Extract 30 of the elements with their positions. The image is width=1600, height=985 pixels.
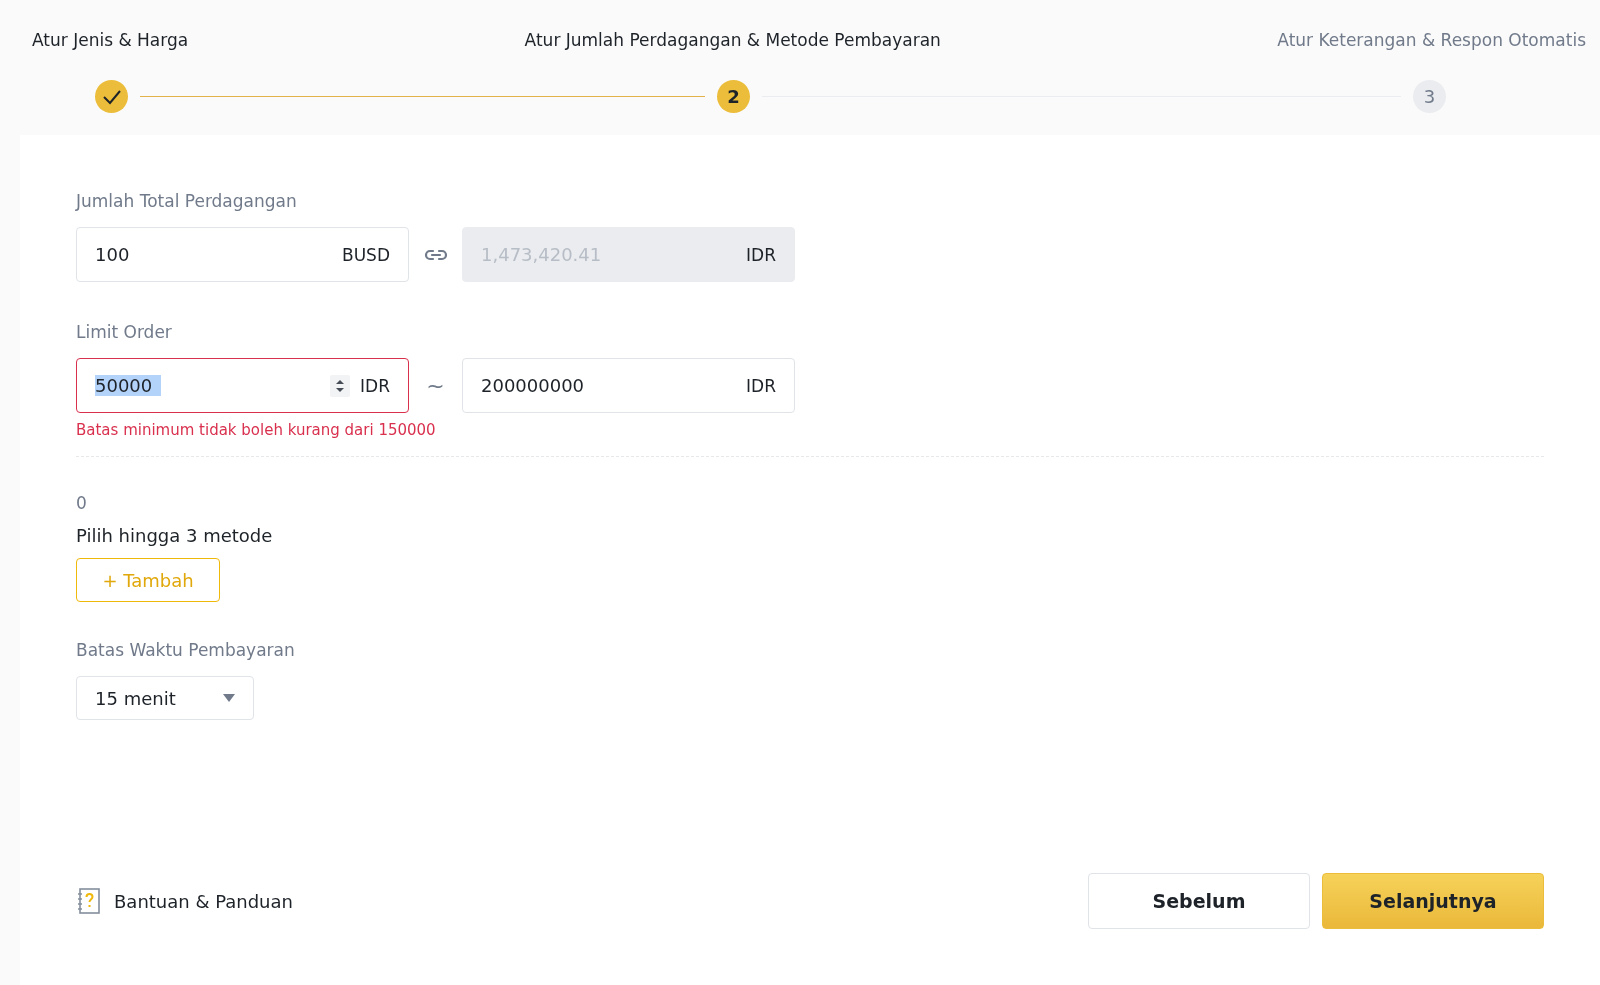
field-label: Jumlah Total Perdagangan bbox=[76, 191, 298, 211]
time-select[interactable]: 15 menit bbox=[76, 676, 254, 720]
check-icon bbox=[101, 88, 122, 105]
help-book-icon bbox=[76, 887, 102, 915]
input-field[interactable]: 200000000 IDR bbox=[462, 358, 795, 413]
step-label: Atur Keterangan & Respon Otomatis bbox=[1277, 30, 1586, 50]
step-label: Atur Jumlah Perdagangan & Metode Pembayaran bbox=[524, 30, 941, 50]
caret-icon bbox=[223, 694, 235, 702]
step-indicator: 3 bbox=[1413, 80, 1446, 113]
unit-label: IDR bbox=[360, 375, 390, 396]
number-input[interactable]: 100 bbox=[95, 244, 332, 265]
link-icon[interactable] bbox=[423, 247, 448, 262]
unit-label: IDR bbox=[746, 244, 776, 265]
method-hint: Pilih hingga 3 metode bbox=[76, 525, 274, 546]
method-count: 0 bbox=[76, 493, 88, 513]
step-indicator: 2 bbox=[717, 80, 750, 113]
unit-label: BUSD bbox=[342, 244, 390, 265]
range-separator: ~ bbox=[426, 373, 445, 398]
input-field[interactable]: 50000 IDR bbox=[76, 358, 409, 413]
help-link[interactable]: Bantuan & Panduan bbox=[76, 887, 293, 915]
error-message: Batas minimum tidak boleh kurang dari 150000 bbox=[76, 421, 437, 439]
stepper-icon[interactable] bbox=[330, 374, 351, 397]
next-button[interactable]: Selanjutnya bbox=[1322, 873, 1544, 929]
number-input[interactable]: 200000000 bbox=[481, 375, 737, 396]
input-field[interactable]: 100 BUSD bbox=[76, 227, 409, 282]
field-label: Limit Order bbox=[76, 322, 173, 342]
unit-label: IDR bbox=[746, 375, 776, 396]
back-button[interactable]: Sebelum bbox=[1088, 873, 1310, 929]
field-label: Batas Waktu Pembayaran bbox=[76, 640, 296, 660]
step-label: Atur Jenis & Harga bbox=[32, 30, 189, 50]
